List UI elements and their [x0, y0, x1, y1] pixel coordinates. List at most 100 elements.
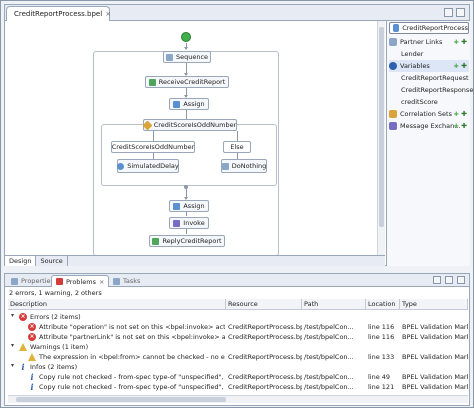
add-message-exchange-buttons[interactable]: + ✚ [453, 122, 467, 130]
reply-node[interactable]: ReplyCreditReport [149, 235, 225, 247]
maximize-button[interactable] [457, 276, 465, 284]
connector [153, 131, 154, 141]
tab-tasks[interactable]: Tasks [109, 275, 144, 287]
cell-resource: CreditReportProcess.bpel [228, 333, 302, 341]
branch-else-label: Else [230, 143, 244, 151]
view-tabstrip: Properties Problems × Tasks [5, 274, 469, 287]
editor-tab[interactable]: CreditReportProcess.bpel × [6, 6, 111, 21]
empty-node[interactable]: DoNothing [221, 159, 267, 173]
add-partner-link-buttons[interactable]: + ✚ [453, 38, 467, 46]
minimize-button[interactable] [444, 8, 453, 17]
group-errors[interactable]: ▾ × Errors (2 items) [8, 312, 468, 322]
add-more-icon[interactable]: ✚ [461, 62, 467, 70]
problems-icon [56, 278, 63, 285]
cell-resource: CreditReportProcess.bpel [228, 323, 302, 331]
process-canvas[interactable]: Sequence ReceiveCreditReport Assign Cred… [5, 21, 377, 255]
assign-icon [173, 202, 181, 210]
add-variable-buttons[interactable]: + ✚ [453, 62, 467, 70]
column-description[interactable]: Description [8, 299, 226, 310]
table-row[interactable]: i Copy rule not checked - from-spec type… [8, 372, 468, 382]
receive-node[interactable]: ReceiveCreditReport [145, 76, 229, 88]
warning-icon [19, 343, 27, 351]
cell-resource: CreditReportProcess.bpel [228, 383, 302, 391]
wait-node[interactable]: SimulatedDelay [117, 159, 179, 173]
scroll-thumb[interactable] [16, 397, 226, 402]
add-more-icon[interactable]: ✚ [461, 110, 467, 118]
tab-problems-label: Problems [66, 277, 96, 286]
table-row[interactable]: The expression in <bpel:from> cannot be … [8, 352, 468, 362]
connector [237, 131, 238, 141]
column-location[interactable]: Location [366, 299, 400, 310]
maximize-button[interactable] [456, 8, 465, 17]
add-more-icon[interactable]: ✚ [461, 122, 467, 130]
editor-tabstrip: CreditReportProcess.bpel × [5, 5, 469, 21]
add-icon[interactable]: + [453, 110, 459, 118]
column-path[interactable]: Path [302, 299, 366, 310]
table-row[interactable]: × Attribute "operation" is not set on th… [8, 322, 468, 332]
scroll-thumb[interactable] [379, 27, 384, 227]
collapse-icon[interactable]: ▾ [11, 312, 14, 319]
close-icon[interactable]: × [105, 10, 111, 18]
minimize-button[interactable] [445, 276, 453, 284]
sequence-node[interactable]: Sequence [163, 51, 211, 63]
branch-condition[interactable]: CreditScoreIsOddNumber [111, 141, 195, 153]
add-more-icon[interactable]: ✚ [461, 38, 467, 46]
variable-icon [389, 62, 397, 70]
outline-variable-response[interactable]: CreditReportResponse [401, 84, 473, 96]
view-menu-icon[interactable] [433, 276, 441, 284]
table-row[interactable]: × Attribute "partnerLink" is not set on … [8, 332, 468, 342]
tab-design[interactable]: Design [5, 256, 37, 266]
info-icon: i [21, 362, 25, 372]
assign-node-2[interactable]: Assign [169, 200, 209, 212]
outline-correlation-sets[interactable]: Correlation Sets + ✚ [389, 108, 469, 120]
add-icon[interactable]: + [453, 38, 459, 46]
warning-icon [28, 353, 36, 361]
partner-link-icon [389, 38, 397, 46]
canvas-vertical-scrollbar[interactable] [377, 21, 385, 255]
group-infos[interactable]: ▾ i Infos (2 items) [8, 362, 468, 372]
outline-variable-score[interactable]: creditScore [401, 96, 438, 108]
add-icon[interactable]: + [453, 62, 459, 70]
tab-source[interactable]: Source [36, 256, 68, 266]
connector [186, 212, 187, 216]
view-toolbar [433, 276, 465, 284]
column-type[interactable]: Type [400, 299, 468, 310]
close-icon[interactable]: × [99, 278, 104, 286]
process-icon [393, 24, 400, 32]
table-row[interactable]: i Copy rule not checked - from-spec type… [8, 382, 468, 392]
group-warnings[interactable]: ▾ Warnings (1 item) [8, 342, 468, 352]
reply-label: ReplyCreditReport [162, 237, 222, 245]
outline-variables[interactable]: Variables + ✚ [389, 60, 469, 72]
invoke-label: Invoke [183, 219, 205, 227]
collapse-icon[interactable]: ▾ [11, 342, 14, 349]
add-correlation-buttons[interactable]: + ✚ [453, 110, 467, 118]
outline-partner-links[interactable]: Partner Links + ✚ [389, 36, 469, 48]
cell-location: line 49 [368, 373, 391, 381]
outline-partner-lender[interactable]: Lender [401, 48, 423, 60]
outline-variable-request[interactable]: CreditReportRequest [401, 72, 469, 84]
collapse-icon[interactable]: ▾ [11, 362, 14, 369]
eclipse-workbench: CreditReportProcess.bpel × Sequence Rece… [0, 0, 474, 408]
tab-problems[interactable]: Problems × [51, 275, 110, 287]
cell-path: /test/bpelCon... [304, 383, 354, 391]
problems-horizontal-scrollbar[interactable] [8, 395, 468, 403]
bpel-editor: CreditReportProcess.bpel × Sequence Rece… [4, 4, 473, 266]
assign-node-1[interactable]: Assign [169, 98, 209, 110]
column-resource[interactable]: Resource [226, 299, 302, 310]
cell-description: Copy rule not checked - from-spec type-o… [39, 373, 225, 381]
error-icon: × [28, 333, 36, 341]
process-start-icon[interactable] [181, 32, 191, 42]
clock-icon [117, 162, 125, 170]
process-outline-panel: CreditReportProcess Partner Links + ✚ Len… [386, 21, 473, 266]
outline-message-exchanges[interactable]: Message Exchan... + ✚ [389, 120, 469, 132]
properties-icon [11, 277, 18, 285]
if-node[interactable]: CreditScoreIsOddNumber [142, 119, 237, 131]
invoke-node[interactable]: Invoke [169, 217, 209, 229]
branch-else[interactable]: Else [223, 141, 251, 153]
window-controls [444, 8, 465, 17]
table-header: Description Resource Path Location Type [8, 299, 468, 310]
connector [186, 229, 187, 234]
add-icon[interactable]: + [453, 122, 459, 130]
outline-process-label: CreditReportProcess [402, 24, 468, 32]
outline-process-header[interactable]: CreditReportProcess [389, 22, 469, 34]
